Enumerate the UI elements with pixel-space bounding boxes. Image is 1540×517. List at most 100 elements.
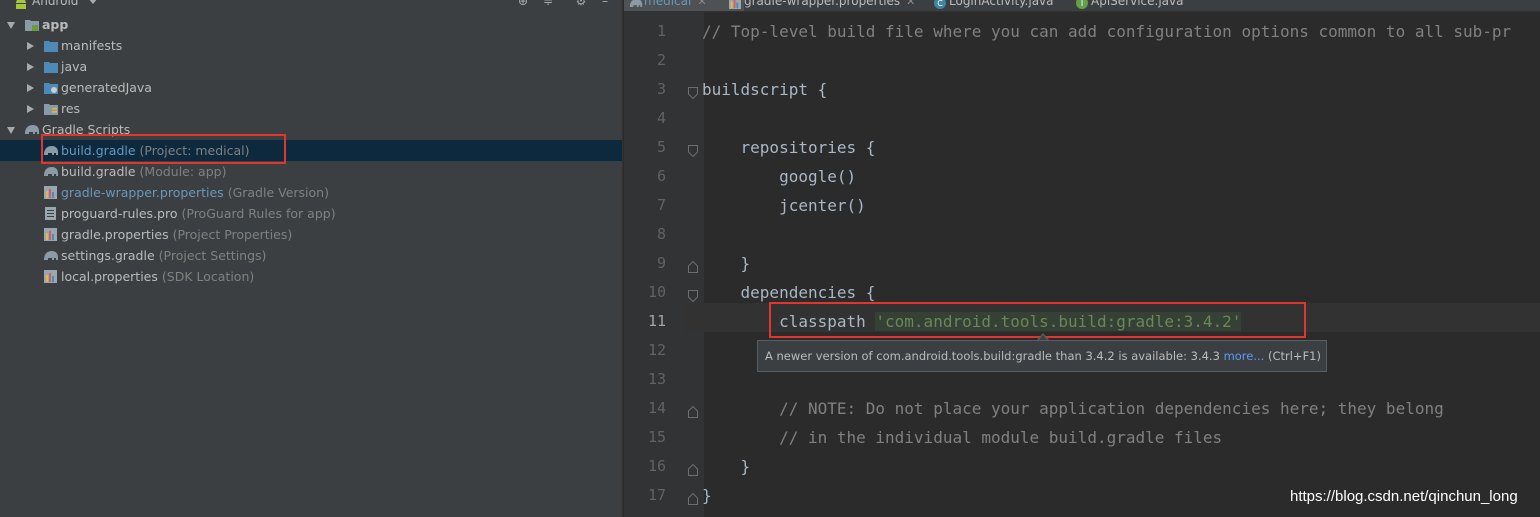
tab-gradle-wrapper-properties[interactable]: gradle-wrapper.properties ✕ bbox=[724, 0, 949, 11]
code-token: } bbox=[702, 457, 751, 476]
gradle-elephant-icon bbox=[24, 123, 39, 136]
tab-loginactivity-java[interactable]: C LoginActivity.java bbox=[929, 0, 1091, 11]
text-file-icon bbox=[45, 207, 59, 220]
code-line: // Top-level build file where you can ad… bbox=[702, 17, 1511, 46]
tab-label: gradle-wrapper.properties bbox=[744, 0, 901, 8]
tree-item-proguard-rules[interactable]: proguard-rules.pro (ProGuard Rules for ap… bbox=[0, 203, 622, 224]
code-token: google() bbox=[702, 167, 857, 186]
expand-arrow-icon[interactable] bbox=[27, 105, 34, 113]
code-editor[interactable]: 1 // Top-level build file where you can a… bbox=[624, 12, 1540, 517]
code-comment: // Top-level build file where you can ad… bbox=[702, 22, 1512, 41]
properties-file-icon bbox=[729, 0, 741, 9]
code-line: } bbox=[702, 452, 751, 481]
expand-arrow-icon[interactable] bbox=[27, 42, 34, 50]
file-name: proguard-rules.pro bbox=[61, 206, 178, 221]
fold-open-icon[interactable] bbox=[688, 84, 698, 100]
file-hint: (ProGuard Rules for app) bbox=[181, 206, 336, 221]
code-token: } bbox=[702, 486, 712, 505]
file-hint: (Gradle Version) bbox=[227, 185, 329, 200]
gradle-elephant-icon bbox=[43, 165, 58, 178]
tree-item-label: local.properties (SDK Location) bbox=[61, 266, 254, 287]
collapse-all-icon[interactable]: ≑ bbox=[541, 0, 555, 8]
line-number: 13 bbox=[647, 370, 666, 388]
android-icon bbox=[14, 0, 28, 13]
file-name: gradle.properties bbox=[61, 227, 169, 242]
line-number: 16 bbox=[647, 457, 666, 475]
file-name: gradle-wrapper.properties bbox=[61, 185, 224, 200]
line-number: 14 bbox=[647, 399, 666, 417]
line-number: 1 bbox=[656, 22, 666, 40]
expand-arrow-icon[interactable] bbox=[27, 63, 34, 71]
code-line: } bbox=[702, 249, 751, 278]
fold-close-icon[interactable] bbox=[688, 258, 698, 273]
file-name: local.properties bbox=[61, 269, 158, 284]
fold-close-icon[interactable] bbox=[688, 461, 698, 476]
tooltip-text: A newer version of com.android.tools.bui… bbox=[765, 349, 1224, 363]
code-token: buildscript { bbox=[702, 80, 828, 99]
hide-panel-icon[interactable]: – bbox=[598, 0, 612, 8]
tree-item-label: gradle.properties (Project Properties) bbox=[61, 224, 292, 245]
code-line: buildscript { bbox=[702, 75, 827, 104]
file-hint: (Project Settings) bbox=[158, 248, 267, 263]
gear-icon[interactable]: ⚙ bbox=[574, 0, 588, 8]
tree-item-generatedjava[interactable]: generatedJava bbox=[0, 77, 622, 98]
line-number: 9 bbox=[656, 254, 666, 272]
tab-label: medical bbox=[644, 0, 692, 8]
tab-label: ApiService.java bbox=[1091, 0, 1184, 8]
tree-item-gradle-properties[interactable]: gradle.properties (Project Properties) bbox=[0, 224, 622, 245]
generated-folder-icon bbox=[44, 81, 58, 94]
svg-text:C: C bbox=[937, 0, 943, 8]
expand-arrow-icon[interactable] bbox=[27, 84, 34, 92]
line-number: 6 bbox=[656, 167, 666, 185]
folder-icon bbox=[44, 39, 58, 52]
tree-item-java[interactable]: java bbox=[0, 56, 622, 77]
line-number: 12 bbox=[647, 341, 666, 359]
tree-item-local-properties[interactable]: local.properties (SDK Location) bbox=[0, 266, 622, 287]
project-panel: Android ⊕ ≑ ⚙ – app manifests java gener… bbox=[0, 0, 622, 517]
target-icon[interactable]: ⊕ bbox=[516, 0, 530, 8]
line-number: 5 bbox=[656, 138, 666, 156]
line-number: 3 bbox=[656, 80, 666, 98]
fold-open-icon[interactable] bbox=[688, 142, 698, 158]
module-folder-icon bbox=[25, 18, 39, 31]
properties-file-icon bbox=[44, 270, 58, 283]
tree-item-label: proguard-rules.pro (ProGuard Rules for ap… bbox=[61, 203, 336, 224]
tree-item-label: manifests bbox=[61, 38, 123, 53]
tab-apiservice-java[interactable]: I ApiService.java bbox=[1071, 0, 1216, 11]
tree-item-build-gradle-module[interactable]: build.gradle (Module: app) bbox=[0, 161, 622, 182]
fold-open-icon[interactable] bbox=[688, 287, 698, 303]
java-interface-icon: I bbox=[1076, 0, 1088, 9]
tree-item-label: gradle-wrapper.properties (Gradle Version… bbox=[61, 182, 329, 203]
properties-file-icon bbox=[44, 228, 58, 241]
code-token: } bbox=[702, 254, 751, 273]
fold-close-icon[interactable] bbox=[688, 403, 698, 418]
close-icon[interactable]: ✕ bbox=[906, 0, 915, 8]
code-line: repositories { bbox=[702, 133, 876, 162]
tree-item-label: app bbox=[42, 17, 69, 32]
tree-item-label: java bbox=[61, 59, 88, 74]
tree-item-gradle-wrapper-properties[interactable]: gradle-wrapper.properties (Gradle Version… bbox=[0, 182, 622, 203]
tree-item-settings-gradle[interactable]: settings.gradle (Project Settings) bbox=[0, 245, 622, 266]
fold-close-icon[interactable] bbox=[688, 490, 698, 505]
tooltip-shortcut: (Ctrl+F1) bbox=[1264, 349, 1321, 363]
line-number: 7 bbox=[656, 196, 666, 214]
tab-label: LoginActivity.java bbox=[949, 0, 1054, 8]
project-view-selector[interactable]: Android bbox=[32, 0, 78, 8]
tree-item-manifests[interactable]: manifests bbox=[0, 35, 622, 56]
expand-arrow-icon[interactable] bbox=[7, 127, 15, 134]
update-tooltip: A newer version of com.android.tools.bui… bbox=[757, 340, 1327, 372]
properties-file-icon bbox=[44, 186, 58, 199]
tree-item-res[interactable]: res bbox=[0, 98, 622, 119]
line-number: 11 bbox=[647, 312, 666, 330]
tree-item-label: settings.gradle (Project Settings) bbox=[61, 245, 266, 266]
chevron-down-icon[interactable] bbox=[88, 0, 98, 4]
line-number: 8 bbox=[656, 225, 666, 243]
line-number: 15 bbox=[647, 428, 666, 446]
close-icon[interactable]: ✕ bbox=[697, 0, 706, 8]
tree-item-app[interactable]: app bbox=[0, 14, 622, 35]
expand-arrow-icon[interactable] bbox=[7, 22, 15, 29]
line-number: 17 bbox=[647, 486, 666, 504]
code-token: repositories { bbox=[702, 138, 876, 157]
tree-item-label: res bbox=[61, 101, 81, 116]
tooltip-more-link[interactable]: more... bbox=[1224, 349, 1265, 363]
